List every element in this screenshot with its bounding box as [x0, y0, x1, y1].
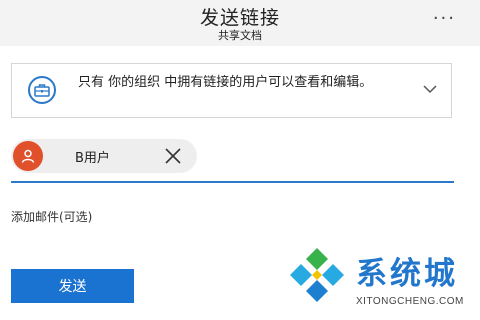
message-input[interactable]: 添加邮件(可选)	[11, 208, 92, 225]
person-icon	[13, 141, 43, 171]
dialog-header: 发送链接 共享文档 ...	[0, 0, 480, 46]
send-button[interactable]: 发送	[11, 269, 134, 303]
watermark-url: XITONGCHENG.COM	[356, 296, 464, 307]
more-options-button[interactable]: ...	[433, 3, 456, 24]
watermark-name: 系统城	[356, 256, 458, 292]
permission-description: 只有 你的组织 中拥有链接的用户可以查看和编辑。	[78, 75, 373, 90]
link-permission-selector[interactable]: 只有 你的组织 中拥有链接的用户可以查看和编辑。	[11, 63, 452, 118]
chevron-down-icon[interactable]	[423, 84, 437, 94]
recipient-input-underline[interactable]	[11, 181, 454, 183]
watermark-logo-icon	[290, 248, 344, 302]
close-icon[interactable]	[164, 147, 182, 165]
dialog-title: 发送链接	[199, 7, 280, 29]
recipient-name: B用户	[75, 151, 110, 166]
recipient-chip: B用户	[11, 139, 197, 173]
dialog-subtitle: 共享文档	[218, 29, 262, 42]
briefcase-icon	[28, 76, 56, 104]
